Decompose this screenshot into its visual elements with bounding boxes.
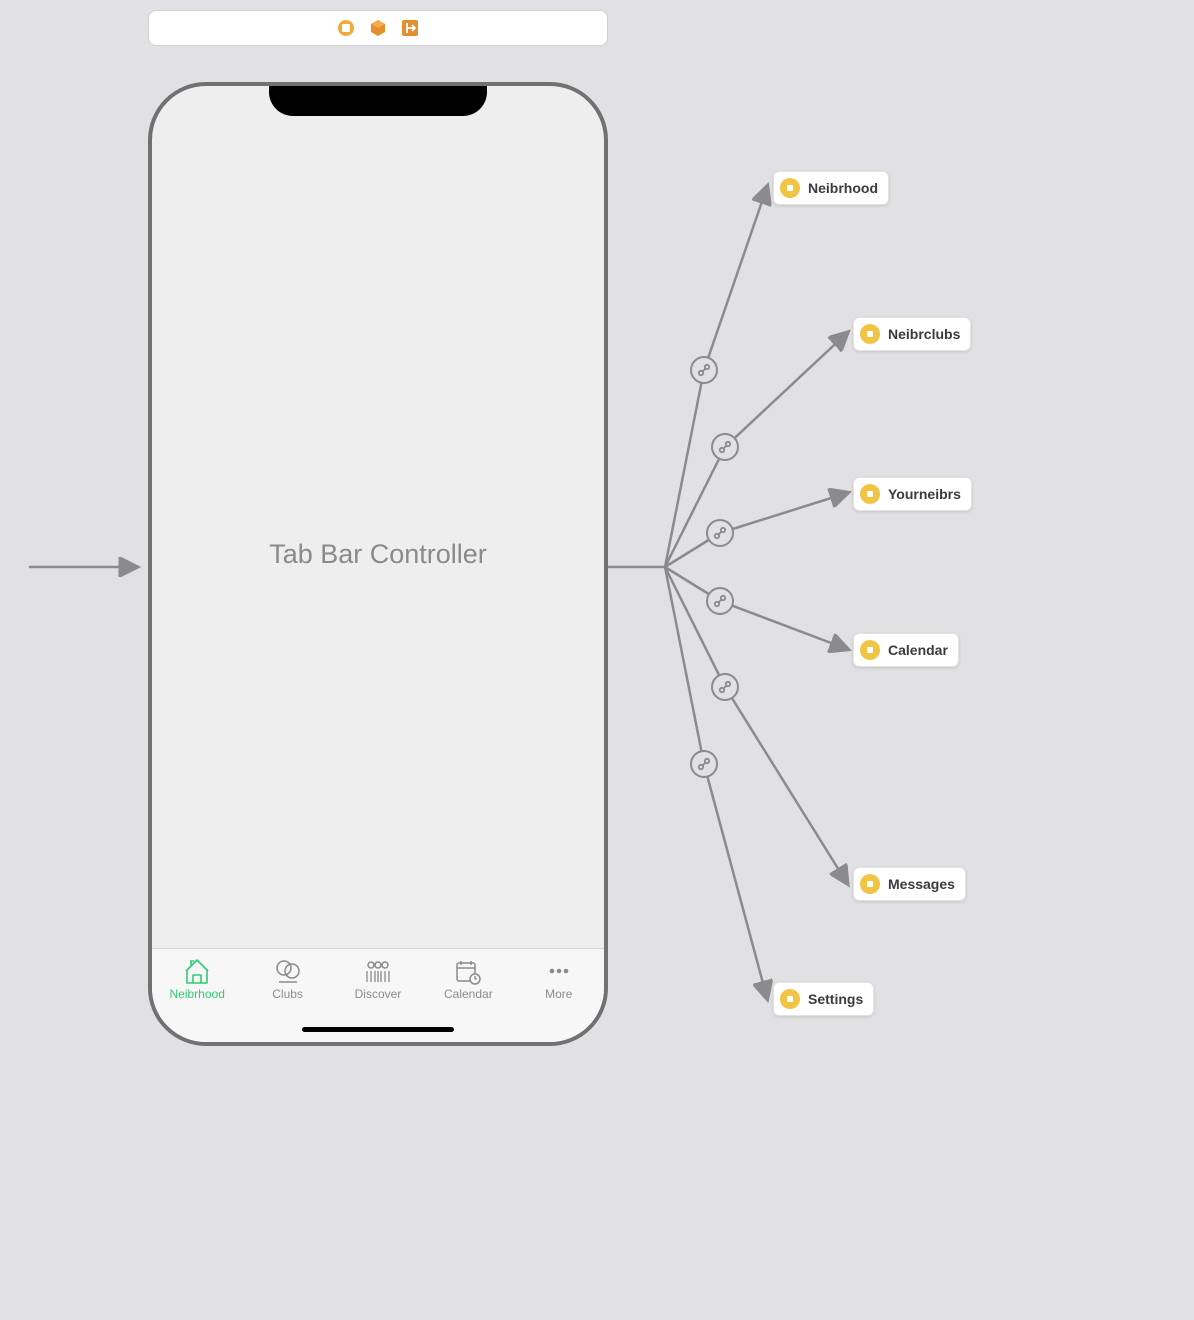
tab-label: Clubs xyxy=(272,987,303,1001)
destination-label: Neibrclubs xyxy=(888,326,960,342)
tab-neibrhood[interactable]: Neibrhood xyxy=(154,957,240,1001)
destination-label: Neibrhood xyxy=(808,180,878,196)
tab-label: Discover xyxy=(355,987,402,1001)
house-icon xyxy=(182,957,212,985)
destination-label: Messages xyxy=(888,876,955,892)
tab-calendar[interactable]: Calendar xyxy=(425,957,511,1001)
destination-node[interactable]: Neibrhood xyxy=(773,171,889,205)
destination-node[interactable]: Messages xyxy=(853,867,966,901)
segue-badge[interactable] xyxy=(711,673,739,701)
destination-node[interactable]: Settings xyxy=(773,982,874,1016)
exit-icon[interactable] xyxy=(401,19,419,37)
destination-label: Yourneibrs xyxy=(888,486,961,502)
segue-badge[interactable] xyxy=(706,587,734,615)
storyboard-toolbar xyxy=(148,10,608,46)
viewcontroller-icon xyxy=(860,874,880,894)
destination-node[interactable]: Neibrclubs xyxy=(853,317,971,351)
destination-node[interactable]: Calendar xyxy=(853,633,959,667)
viewcontroller-icon xyxy=(860,324,880,344)
tab-label: Calendar xyxy=(444,987,493,1001)
tab-clubs[interactable]: Clubs xyxy=(245,957,331,1001)
device-notch xyxy=(269,82,487,116)
segue-badge[interactable] xyxy=(711,433,739,461)
viewcontroller-icon xyxy=(860,484,880,504)
tab-label: Neibrhood xyxy=(170,987,225,1001)
destination-node[interactable]: Yourneibrs xyxy=(853,477,972,511)
calendar-icon xyxy=(453,957,483,985)
home-indicator xyxy=(302,1027,454,1032)
segue-badge[interactable] xyxy=(706,519,734,547)
segue-badge[interactable] xyxy=(690,356,718,384)
more-icon xyxy=(544,957,574,985)
viewcontroller-icon xyxy=(780,989,800,1009)
destination-label: Settings xyxy=(808,991,863,1007)
object-3d-icon[interactable] xyxy=(369,19,387,37)
tab-label: More xyxy=(545,987,572,1001)
tab-discover[interactable]: Discover xyxy=(335,957,421,1001)
tab-more[interactable]: More xyxy=(516,957,602,1001)
clubs-icon xyxy=(273,957,303,985)
destination-label: Calendar xyxy=(888,642,948,658)
tab-bar-controller-scene[interactable]: Tab Bar Controller Neibrhood Clubs Disco… xyxy=(148,82,608,1046)
people-icon xyxy=(363,957,393,985)
segue-badge[interactable] xyxy=(690,750,718,778)
scene-title: Tab Bar Controller xyxy=(269,539,487,570)
viewcontroller-icon xyxy=(780,178,800,198)
viewcontroller-icon xyxy=(860,640,880,660)
tabbaritem-icon[interactable] xyxy=(337,19,355,37)
